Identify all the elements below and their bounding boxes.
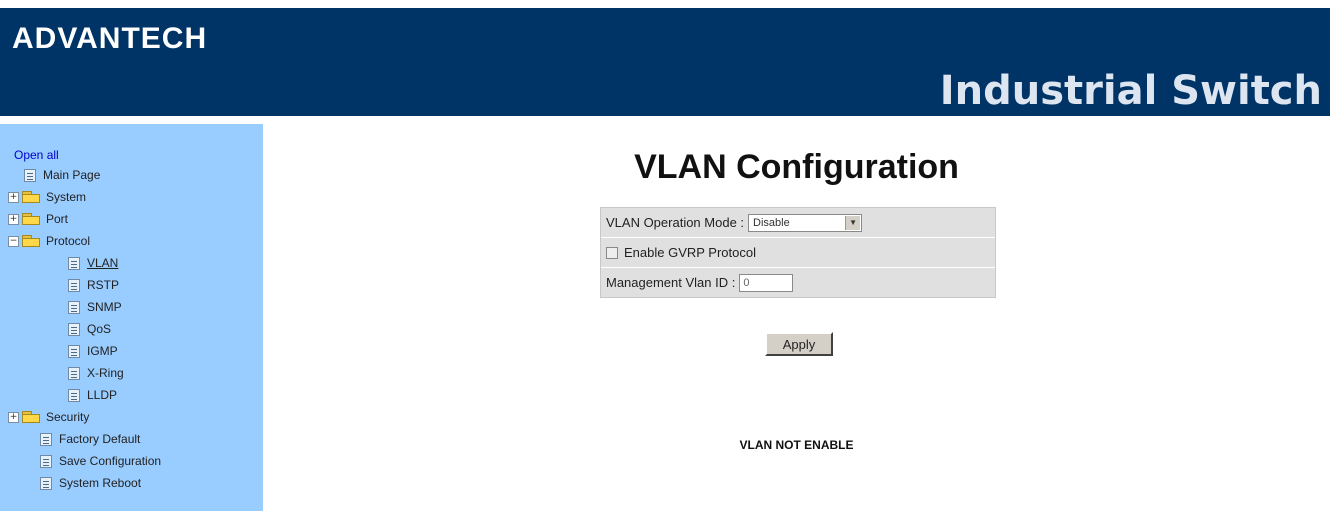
sidebar-item-x-ring[interactable]: X-Ring [68,364,124,382]
mgmt-vlan-input[interactable]: 0 [739,273,794,292]
sidebar-item-label: Main Page [43,168,101,182]
folder-icon [22,411,40,423]
open-all-link[interactable]: Open all [14,148,59,162]
sidebar-item-label: IGMP [87,344,118,358]
sidebar-item-igmp[interactable]: IGMP [68,342,118,360]
folder-icon [22,191,40,203]
vlan-config-form: VLAN Operation Mode : Disable ▼ Enable G… [600,207,996,298]
apply-button[interactable]: Apply [765,332,833,356]
collapse-icon[interactable]: − [8,235,19,247]
page-icon [68,366,80,380]
sidebar-item-label: Security [46,410,90,424]
page-icon [68,388,80,402]
chevron-down-icon[interactable]: ▼ [845,215,861,230]
gvrp-row: Enable GVRP Protocol [601,238,995,268]
sidebar-item-label: Save Configuration [59,454,162,468]
page-title: VLAN Configuration [634,148,959,186]
expand-icon[interactable]: + [8,191,19,203]
sidebar-item-label: LLDP [87,388,118,402]
page-icon [40,454,52,468]
mode-label: VLAN Operation Mode : [606,215,745,230]
sidebar-item-label: VLAN [87,256,119,270]
page-icon [68,322,80,336]
sidebar-item-label: Port [46,212,69,226]
sidebar-item-label: System Reboot [59,476,142,490]
sidebar-item-security[interactable]: + Security [8,408,89,426]
header-banner: ADVANTECH Industrial Switch [0,8,1330,116]
sidebar-item-port[interactable]: + Port [8,210,68,228]
sidebar-item-save-configuration[interactable]: Save Configuration [40,452,161,470]
vlan-mode-value: Disable [753,216,790,229]
sidebar-item-snmp[interactable]: SNMP [68,298,122,316]
sidebar-item-rstp[interactable]: RSTP [68,276,119,294]
sidebar-item-label: RSTP [87,278,120,292]
sidebar-item-factory-default[interactable]: Factory Default [40,430,140,448]
page-icon [68,300,80,314]
sidebar-item-main-page[interactable]: Main Page [24,166,100,184]
product-title: Industrial Switch [939,68,1322,114]
folder-icon [22,213,40,225]
page-icon [68,344,80,358]
sidebar-item-vlan[interactable]: VLAN [68,254,118,272]
gvrp-checkbox[interactable] [606,246,618,259]
gvrp-label: Enable GVRP Protocol [624,245,756,260]
page-icon [24,168,36,182]
page-icon [40,476,52,490]
status-message: VLAN NOT ENABLE [739,438,854,452]
page-icon [68,278,80,292]
sidebar-item-label: Protocol [46,234,91,248]
folder-open-icon [22,235,40,247]
sidebar-item-qos[interactable]: QoS [68,320,111,338]
sidebar-item-system-reboot[interactable]: System Reboot [40,474,141,492]
mode-row: VLAN Operation Mode : Disable ▼ [601,208,995,238]
page-icon [68,256,80,270]
page-icon [40,432,52,446]
expand-icon[interactable]: + [8,213,19,225]
sidebar-item-label: SNMP [87,300,122,314]
sidebar: Open all Main Page + System + Port − Pro… [0,124,263,511]
vlan-mode-select[interactable]: Disable ▼ [748,213,863,232]
sidebar-item-label: System [46,190,87,204]
sidebar-item-label: X-Ring [87,366,124,380]
expand-icon[interactable]: + [8,411,19,423]
sidebar-item-protocol[interactable]: − Protocol [8,232,90,250]
mgmt-vlan-row: Management Vlan ID : 0 [601,268,995,297]
main-content: VLAN Configuration VLAN Operation Mode :… [263,124,1330,511]
mgmt-vlan-label: Management Vlan ID : [606,275,736,290]
sidebar-item-label: Factory Default [59,432,141,446]
sidebar-item-system[interactable]: + System [8,188,86,206]
brand-logo: ADVANTECH [12,22,208,55]
sidebar-item-label: QoS [87,322,112,336]
sidebar-item-lldp[interactable]: LLDP [68,386,117,404]
